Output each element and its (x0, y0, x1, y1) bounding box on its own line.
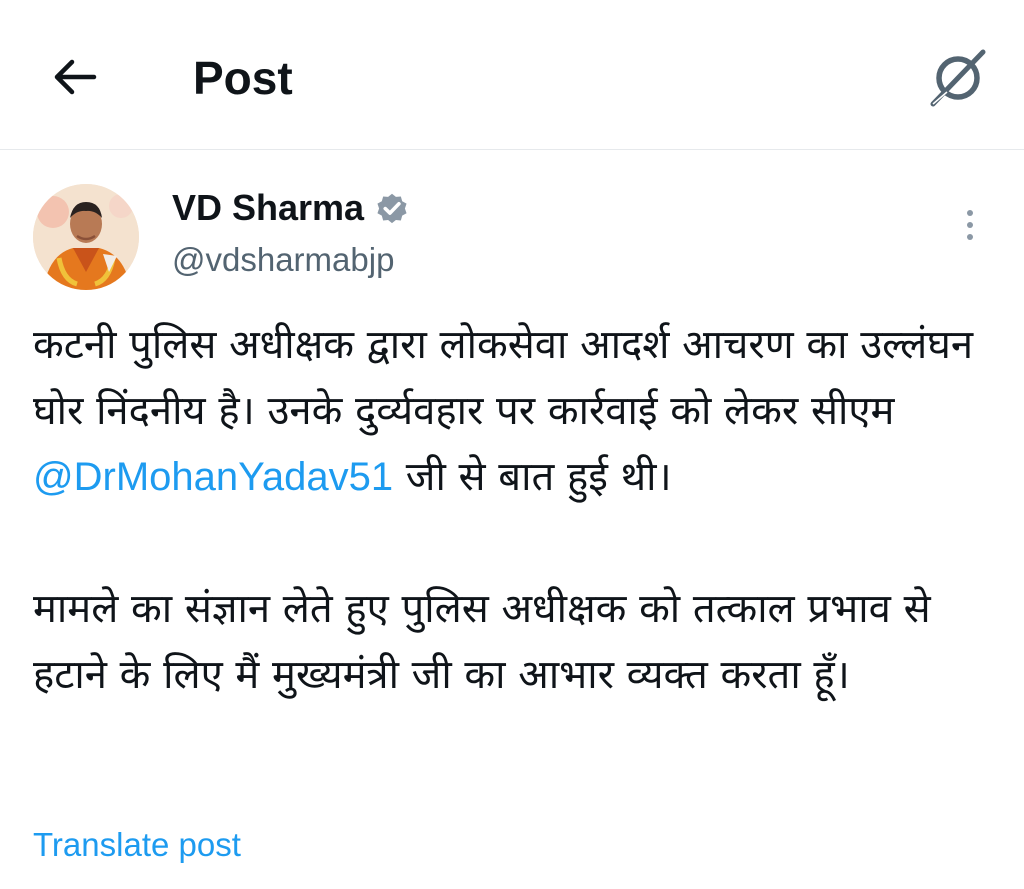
author-name[interactable]: VD Sharma (172, 185, 410, 231)
verified-badge-icon (374, 190, 410, 226)
page-title: Post (193, 52, 293, 104)
author-name-text: VD Sharma (172, 187, 365, 228)
arrow-left-icon (54, 59, 97, 95)
back-button[interactable] (50, 52, 100, 102)
top-bar: Post (0, 0, 1024, 150)
avatar[interactable] (33, 184, 139, 290)
post-text-segment: कटनी पुलिस अधीक्षक द्वारा लोकसेवा आदर्श … (33, 322, 974, 434)
post-text-segment: जी से बात हुई थी। (393, 454, 672, 500)
mention-link[interactable]: @DrMohanYadav51 (33, 455, 393, 499)
more-dot (967, 234, 973, 240)
translate-post-link[interactable]: Translate post (33, 822, 241, 868)
post-paragraph-2: मामले का संज्ञान लेते हुए पुलिस अधीक्षक … (33, 586, 931, 698)
more-dot (967, 210, 973, 216)
grok-icon (930, 49, 986, 107)
more-dot (967, 222, 973, 228)
post-text: कटनी पुलिस अधीक्षक द्वारा लोकसेवा आदर्श … (33, 312, 998, 708)
avatar-photo (33, 184, 139, 290)
post-paragraph-1: कटनी पुलिस अधीक्षक द्वारा लोकसेवा आदर्श … (33, 312, 998, 510)
author-handle[interactable]: @vdsharmabjp (172, 238, 394, 282)
grok-button[interactable] (922, 42, 994, 114)
more-options-icon[interactable] (950, 200, 990, 250)
